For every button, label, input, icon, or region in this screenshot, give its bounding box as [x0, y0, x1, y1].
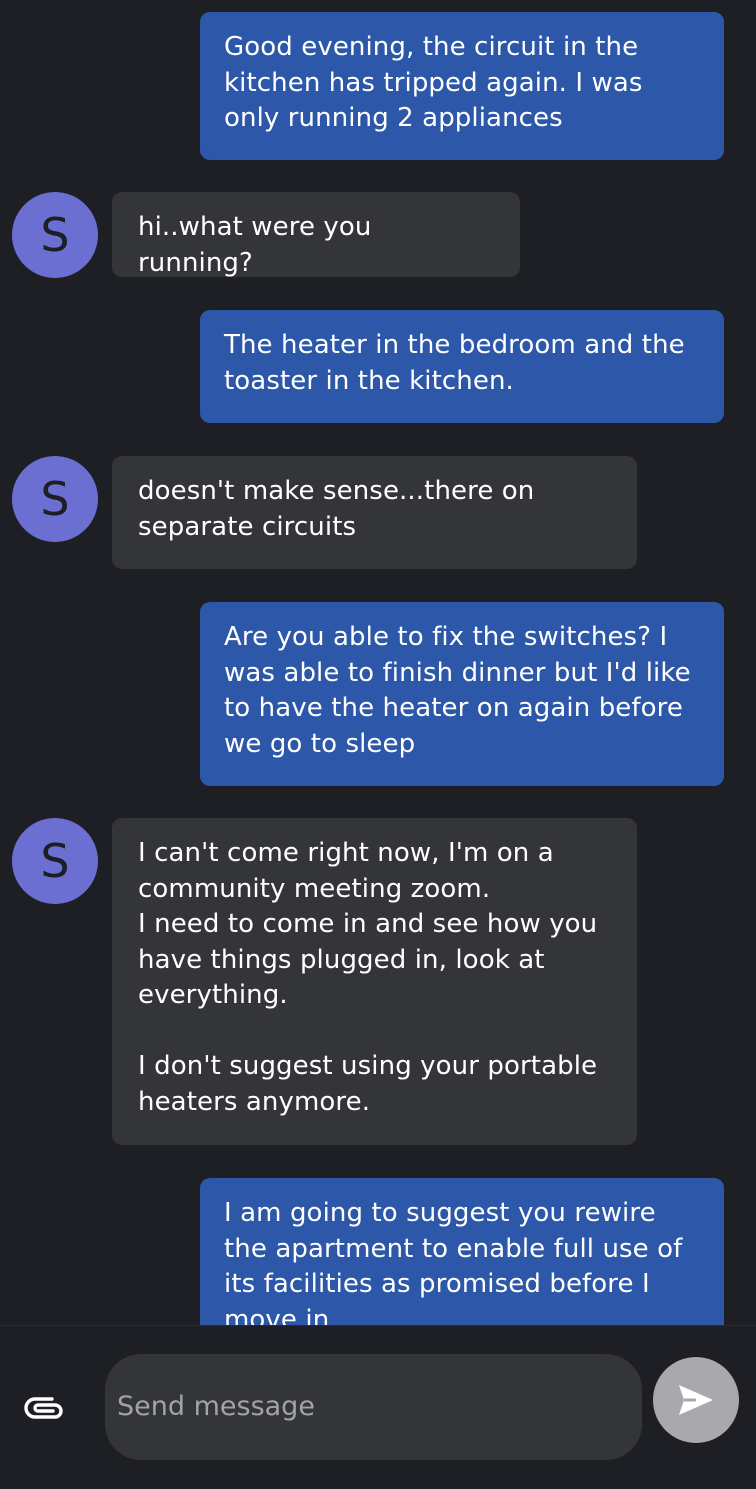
contact-avatar[interactable]: S: [12, 192, 98, 278]
sent-message: Are you able to fix the switches? I was …: [200, 602, 724, 786]
message-input-placeholder: Send message: [117, 1391, 315, 1422]
message-thread[interactable]: Good evening, the circuit in the kitchen…: [0, 0, 756, 1325]
send-icon: [679, 1385, 713, 1415]
message-input[interactable]: Send message: [105, 1354, 642, 1460]
received-message: doesn't make sense...there on separate c…: [112, 456, 637, 569]
sent-message: The heater in the bedroom and the toaste…: [200, 310, 724, 423]
paperclip-icon[interactable]: [22, 1390, 66, 1426]
send-button[interactable]: [653, 1357, 739, 1443]
sent-message: I am going to suggest you rewire the apa…: [200, 1178, 724, 1325]
received-message: hi..what were you running?: [112, 192, 520, 278]
contact-avatar[interactable]: S: [12, 818, 98, 904]
sent-message: Good evening, the circuit in the kitchen…: [200, 12, 724, 160]
contact-avatar[interactable]: S: [12, 456, 98, 542]
received-message: I can't come right now, I'm on a communi…: [112, 818, 637, 1145]
